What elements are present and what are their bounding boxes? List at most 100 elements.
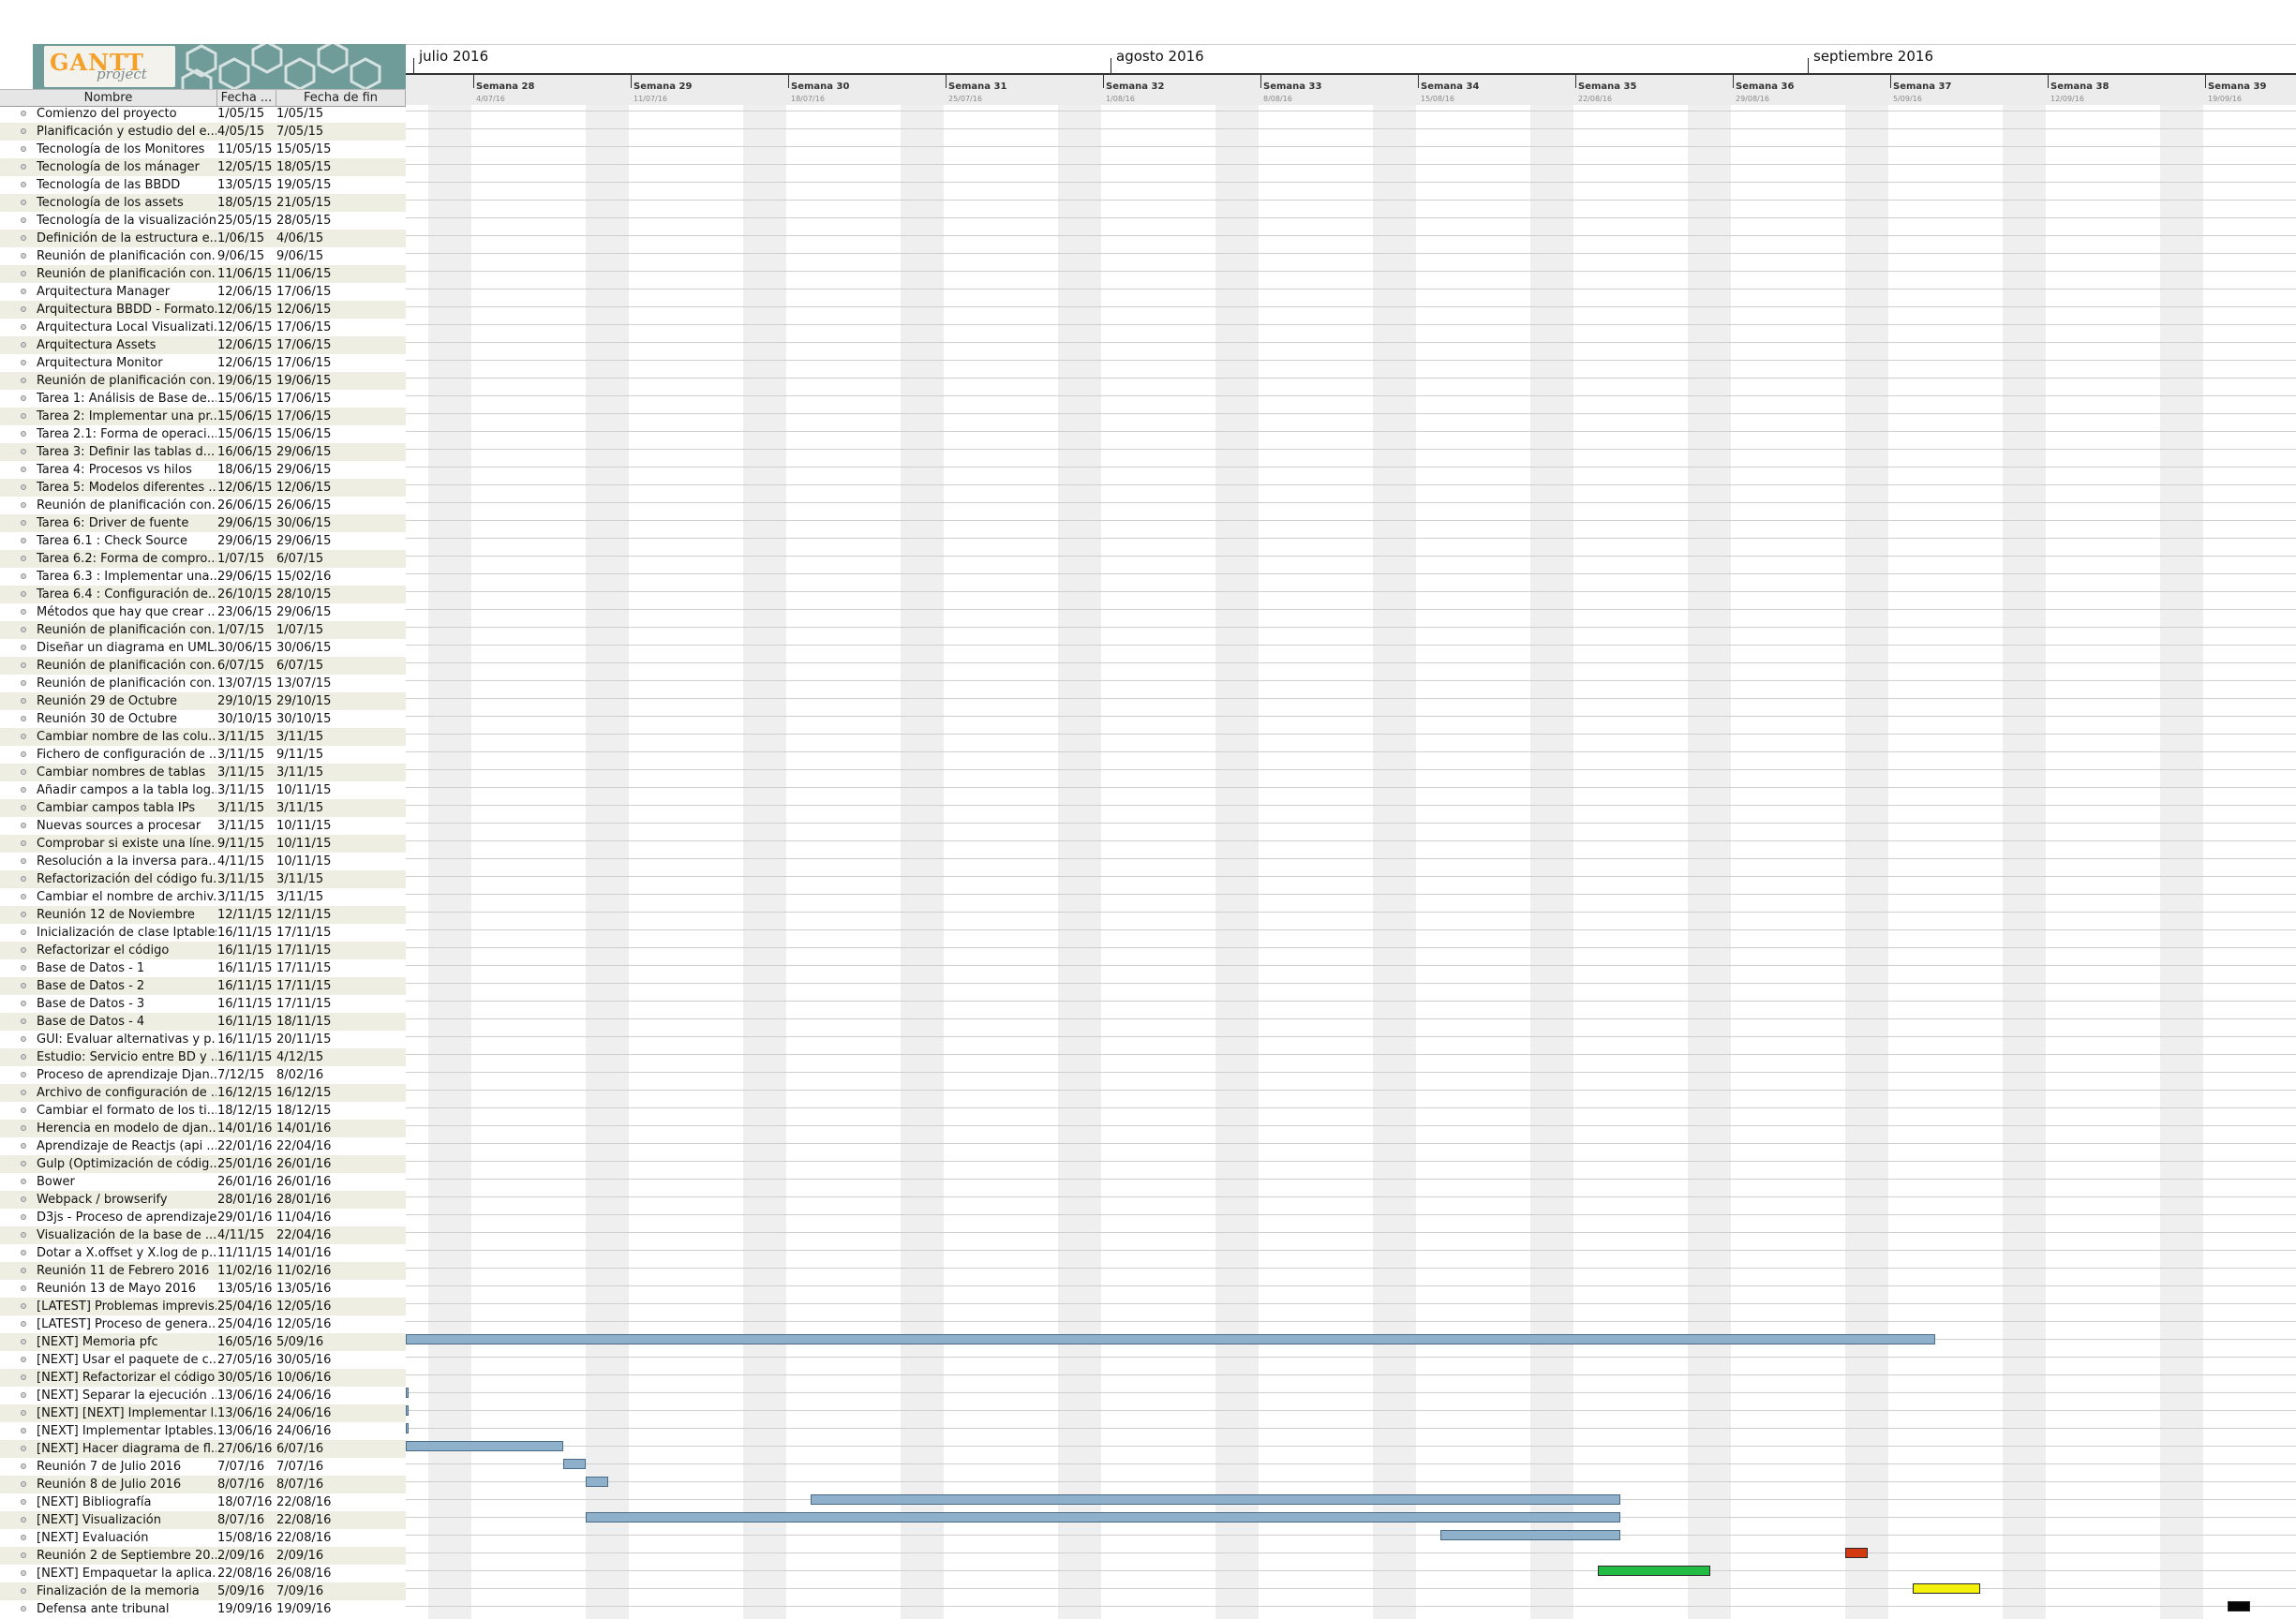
column-header-start[interactable]: Fecha ... xyxy=(217,90,276,106)
task-row[interactable]: Tecnología de los mánager 12/05/15 18/05/1… xyxy=(0,158,406,176)
task-row[interactable]: Tarea 6: Driver de fuente 29/06/15 30/06/1… xyxy=(0,514,406,532)
task-row[interactable]: Tarea 6.4 : Configuración de... 26/10/15 2… xyxy=(0,586,406,603)
task-row[interactable]: Definición de la estructura e... 1/06/15 4… xyxy=(0,230,406,247)
task-row[interactable]: Cambiar campos tabla IPs 3/11/15 3/11/15 xyxy=(0,799,406,817)
task-bar[interactable] xyxy=(406,1441,563,1451)
task-row[interactable]: Comienzo del proyecto 1/05/15 1/05/15 xyxy=(0,105,406,123)
task-bar[interactable] xyxy=(1598,1566,1710,1576)
task-row[interactable]: Tarea 6.2: Forma de compro... 1/07/15 6/07… xyxy=(0,550,406,568)
task-row[interactable]: Tarea 3: Definir las tablas d... 16/06/15… xyxy=(0,443,406,461)
task-row[interactable]: Reunión de planificación con... 26/06/15 2… xyxy=(0,497,406,514)
task-row[interactable]: [NEXT] Refactorizar el código 30/05/16 10/… xyxy=(0,1369,406,1387)
task-row[interactable]: Webpack / browserify 28/01/16 28/01/16 xyxy=(0,1191,406,1209)
task-row[interactable]: GUI: Evaluar alternativas y p... 16/11/15… xyxy=(0,1031,406,1048)
column-header-name[interactable]: Nombre xyxy=(0,90,217,106)
task-row[interactable]: [NEXT] Memoria pfc 16/05/16 5/09/16 xyxy=(0,1333,406,1351)
task-row[interactable]: Tarea 6.3 : Implementar una... 29/06/15 15… xyxy=(0,568,406,586)
task-bar[interactable] xyxy=(563,1459,586,1469)
task-row[interactable]: Refactorizar el código 16/11/15 17/11/15 xyxy=(0,942,406,959)
task-row[interactable]: Fichero de configuración de ... 3/11/15 9/… xyxy=(0,746,406,764)
task-row[interactable]: Proceso de aprendizaje Djan... 7/12/15 8/0… xyxy=(0,1066,406,1084)
task-row[interactable]: Dotar a X.offset y X.log de p... 11/11/15… xyxy=(0,1244,406,1262)
task-row[interactable]: Tarea 4: Procesos vs hilos 18/06/15 29/06/… xyxy=(0,461,406,479)
task-row[interactable]: Métodos que hay que crear ... 23/06/15 29/… xyxy=(0,603,406,621)
task-row[interactable]: [LATEST] Proceso de genera... 25/04/16 12/… xyxy=(0,1315,406,1333)
task-row[interactable]: Defensa ante tribunal 19/09/16 19/09/16 xyxy=(0,1600,406,1618)
task-row[interactable]: [NEXT] Implementar Iptables... 13/06/16 24… xyxy=(0,1422,406,1440)
task-row[interactable]: Planificación y estudio del e... 4/05/15 7… xyxy=(0,123,406,141)
task-row[interactable]: Añadir campos a la tabla log... 3/11/15 10… xyxy=(0,781,406,799)
task-bar[interactable] xyxy=(1845,1548,1868,1558)
task-bar[interactable] xyxy=(2228,1601,2250,1612)
task-row[interactable]: Base de Datos - 4 16/11/15 18/11/15 xyxy=(0,1013,406,1031)
task-row[interactable]: Reunión 11 de Febrero 2016 11/02/16 11/02/… xyxy=(0,1262,406,1280)
task-row[interactable]: Cambiar nombres de tablas 3/11/15 3/11/15 xyxy=(0,764,406,781)
task-row[interactable]: Nuevas sources a procesar 3/11/15 10/11/15 xyxy=(0,817,406,835)
task-row[interactable]: Reunión de planificación con... 13/07/15 1… xyxy=(0,675,406,692)
task-row[interactable]: Reunión 30 de Octubre 30/10/15 30/10/15 xyxy=(0,710,406,728)
task-row[interactable]: Resolución a la inversa para... 4/11/15 10… xyxy=(0,853,406,870)
task-row[interactable]: Reunión 7 de Julio 2016 7/07/16 7/07/16 xyxy=(0,1458,406,1476)
task-row[interactable]: Reunión de planificación con... 6/07/15 6/… xyxy=(0,657,406,675)
task-row[interactable]: Gulp (Optimización de códig... 25/01/16 26… xyxy=(0,1155,406,1173)
task-row[interactable]: Tarea 1: Análisis de Base de... 15/06/15 1… xyxy=(0,390,406,408)
task-bar[interactable] xyxy=(586,1477,608,1487)
task-row[interactable]: [NEXT] Empaquetar la aplica... 22/08/16 26… xyxy=(0,1565,406,1582)
task-row[interactable]: Base de Datos - 3 16/11/15 17/11/15 xyxy=(0,995,406,1013)
task-row[interactable]: Reunión de planificación con... 9/06/15 9/… xyxy=(0,247,406,265)
task-row[interactable]: Reunión 29 de Octubre 29/10/15 29/10/15 xyxy=(0,692,406,710)
task-row[interactable]: [NEXT] Evaluación 15/08/16 22/08/16 xyxy=(0,1529,406,1547)
task-row[interactable]: Reunión 13 de Mayo 2016 13/05/16 13/05/16 xyxy=(0,1280,406,1298)
task-row[interactable]: [NEXT] Visualización 8/07/16 22/08/16 xyxy=(0,1511,406,1529)
task-row[interactable]: Comprobar si existe una líne... 9/11/15 10… xyxy=(0,835,406,853)
task-row[interactable]: Tecnología de las BBDD 13/05/15 19/05/15 xyxy=(0,176,406,194)
task-bar[interactable] xyxy=(586,1512,1620,1522)
task-row[interactable]: Aprendizaje de Reactjs (api ... 22/01/16 2… xyxy=(0,1137,406,1155)
column-header-end[interactable]: Fecha de fin xyxy=(276,90,406,106)
task-row[interactable]: Cambiar el nombre de archiv... 3/11/15 3/1… xyxy=(0,888,406,906)
task-row[interactable]: Inicialización de clase Iptables 16/11/15… xyxy=(0,924,406,942)
task-row[interactable]: [NEXT] Hacer diagrama de fl... 27/06/16 6/… xyxy=(0,1440,406,1458)
task-row[interactable]: [NEXT] Bibliografía 18/07/16 22/08/16 xyxy=(0,1493,406,1511)
task-row[interactable]: Reunión 2 de Septiembre 20... 2/09/16 2/09… xyxy=(0,1547,406,1565)
task-row[interactable]: Tecnología de los assets 18/05/15 21/05/15 xyxy=(0,194,406,212)
task-bar[interactable] xyxy=(1913,1583,1980,1594)
task-row[interactable]: Cambiar el formato de los ti... 18/12/15 1… xyxy=(0,1102,406,1120)
task-row[interactable]: Estudio: Servicio entre BD y ... 16/11/15… xyxy=(0,1048,406,1066)
task-row[interactable]: [NEXT] Usar el paquete de c... 27/05/16 30… xyxy=(0,1351,406,1369)
task-row[interactable]: Herencia en modelo de djan... 14/01/16 14/… xyxy=(0,1120,406,1137)
task-row[interactable]: Cambiar nombre de las colu... 3/11/15 3/11… xyxy=(0,728,406,746)
task-row[interactable]: Arquitectura Local Visualizati... 12/06/1… xyxy=(0,319,406,336)
task-row[interactable]: Arquitectura Monitor 12/06/15 17/06/15 xyxy=(0,354,406,372)
task-row[interactable]: Refactorización del código fu... 3/11/15 3… xyxy=(0,870,406,888)
task-row[interactable]: Base de Datos - 2 16/11/15 17/11/15 xyxy=(0,977,406,995)
task-row[interactable]: D3js - Proceso de aprendizaje 29/01/16 11/… xyxy=(0,1209,406,1226)
task-bar[interactable] xyxy=(1440,1530,1620,1540)
task-row[interactable]: Diseñar un diagrama en UML... 30/06/15 30/… xyxy=(0,639,406,657)
task-row[interactable]: Reunión 12 de Noviembre 12/11/15 12/11/15 xyxy=(0,906,406,924)
task-row[interactable]: Reunión de planificación con... 1/07/15 1/… xyxy=(0,621,406,639)
task-row[interactable]: Archivo de configuración de ... 16/12/15 1… xyxy=(0,1084,406,1102)
task-row[interactable]: [NEXT] [NEXT] Implementar l... 13/06/16 24… xyxy=(0,1404,406,1422)
task-row[interactable]: Reunión 8 de Julio 2016 8/07/16 8/07/16 xyxy=(0,1476,406,1493)
task-row[interactable]: Arquitectura Assets 12/06/15 17/06/15 xyxy=(0,336,406,354)
task-row[interactable]: Reunión de planificación con... 19/06/15 1… xyxy=(0,372,406,390)
task-row[interactable]: Tarea 6.1 : Check Source 29/06/15 29/06/15 xyxy=(0,532,406,550)
task-row[interactable]: Arquitectura Manager 12/06/15 17/06/15 xyxy=(0,283,406,301)
task-row[interactable]: Tarea 2.1: Forma de operaci... 15/06/15 15… xyxy=(0,425,406,443)
task-bar[interactable] xyxy=(406,1388,409,1398)
task-row[interactable]: Bower 26/01/16 26/01/16 xyxy=(0,1173,406,1191)
task-row[interactable]: Arquitectura BBDD - Formato... 12/06/15 12… xyxy=(0,301,406,319)
task-row[interactable]: [NEXT] Separar la ejecución ... 13/06/16 2… xyxy=(0,1387,406,1404)
task-row[interactable]: Tecnología de los Monitores 11/05/15 15/05… xyxy=(0,141,406,158)
task-row[interactable]: Tecnología de la visualización 25/05/15 28… xyxy=(0,212,406,230)
task-row[interactable]: Finalización de la memoria 5/09/16 7/09/16 xyxy=(0,1582,406,1600)
task-row[interactable]: [LATEST] Problemas imprevis... 25/04/16 12… xyxy=(0,1298,406,1315)
task-row[interactable]: Base de Datos - 1 16/11/15 17/11/15 xyxy=(0,959,406,977)
task-bar[interactable] xyxy=(406,1423,409,1433)
task-bar[interactable] xyxy=(406,1334,1935,1344)
task-row[interactable]: Reunión de planificación con... 11/06/15 1… xyxy=(0,265,406,283)
task-row[interactable]: Tarea 2: Implementar una pr... 15/06/15 17… xyxy=(0,408,406,425)
task-row[interactable]: Tarea 5: Modelos diferentes ... 12/06/15 1… xyxy=(0,479,406,497)
task-row[interactable]: Visualización de la base de ... 4/11/15 22… xyxy=(0,1226,406,1244)
